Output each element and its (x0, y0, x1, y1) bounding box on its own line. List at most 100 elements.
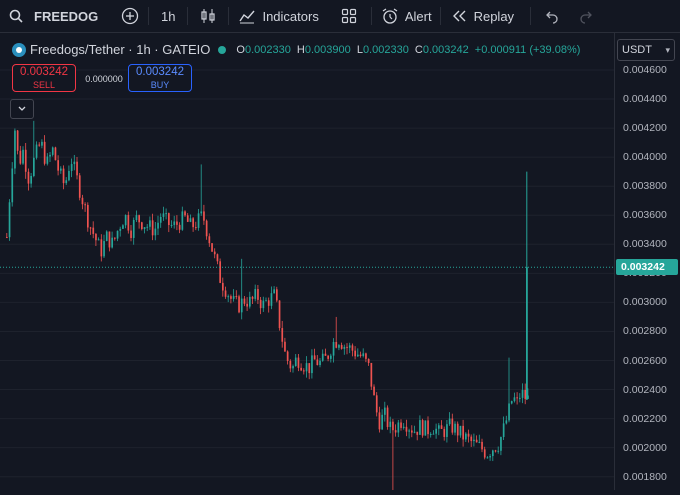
candle-body (384, 407, 386, 415)
candle-body (440, 425, 443, 429)
candle-body (159, 216, 162, 223)
candle-body (448, 418, 451, 425)
candle-body (100, 239, 103, 257)
candle-body (373, 386, 375, 396)
high-label: H (296, 43, 305, 56)
last-candle-body (526, 267, 528, 400)
candle-body (108, 231, 111, 248)
price-tick-label: 0.001800 (623, 470, 667, 483)
price-tick-label: 0.003400 (623, 238, 667, 251)
change-value: +0.000911 (+39.08%) (474, 43, 581, 56)
open-label: O (236, 43, 245, 56)
candle-body (443, 428, 446, 437)
candlestick-chart[interactable] (0, 33, 614, 492)
candle-body (46, 156, 49, 164)
candle-body (492, 450, 494, 457)
candle-body (465, 433, 467, 440)
candle-body (24, 149, 27, 172)
candle-body (300, 367, 302, 371)
candle-body (478, 441, 481, 443)
candle-body (389, 421, 392, 427)
candle-body (429, 434, 432, 436)
undo-button[interactable] (531, 0, 571, 32)
price-tick-label: 0.004600 (623, 64, 667, 76)
chevron-down-icon: ▾ (665, 44, 670, 55)
candle-body (224, 290, 227, 297)
candle-body (316, 359, 319, 366)
legend-collapse-button[interactable] (10, 99, 34, 119)
price-tick-label: 0.002600 (623, 354, 667, 367)
candle-body (165, 213, 167, 215)
candle-body (319, 360, 321, 366)
candle-body (265, 300, 267, 302)
candle-body (197, 213, 200, 228)
candle-body (438, 425, 440, 429)
candle-body (394, 430, 397, 433)
candle-body (502, 423, 505, 438)
price-axis[interactable]: 0.004600 0.004400 0.004200 0.004000 0.003800… (614, 33, 680, 490)
candle-body (378, 412, 381, 430)
candle-body (446, 424, 448, 437)
compare-button[interactable] (112, 0, 148, 32)
candle-body (211, 243, 213, 252)
replay-button[interactable]: Replay (441, 0, 522, 32)
open-value: 0.002330 (244, 43, 291, 56)
chart-pane[interactable] (0, 33, 614, 492)
price-tick-label: 0.002200 (623, 412, 667, 425)
candle-body (135, 215, 138, 220)
price-tick-label: 0.002400 (623, 383, 667, 396)
candle-body (335, 341, 338, 348)
candle-body (119, 228, 122, 231)
candle-body (6, 237, 8, 239)
candle-body (467, 433, 470, 437)
candle-body (462, 425, 464, 440)
candle-body (62, 168, 65, 184)
buy-button[interactable]: 0.003242 BUY (128, 64, 192, 92)
chevron-down-icon (17, 100, 27, 118)
candle-body (149, 220, 151, 227)
candle-body (208, 236, 211, 244)
candle-body (262, 300, 265, 309)
candle-body (392, 421, 394, 431)
close-value: 0.003242 (422, 43, 469, 56)
candle-body (92, 227, 95, 234)
alert-button[interactable]: Alert (372, 0, 440, 32)
candle-body (370, 362, 373, 387)
price-tick-label: 0.003800 (623, 180, 667, 193)
candle-body (456, 423, 459, 436)
candle-body (251, 296, 254, 299)
sell-price: 0.003242 (20, 66, 68, 78)
candle-body (348, 345, 351, 348)
candle-body (519, 397, 521, 399)
chart-type-button[interactable] (188, 0, 228, 32)
candle-body (330, 355, 332, 359)
layouts-button[interactable] (327, 0, 371, 32)
candle-body (297, 357, 300, 368)
candle-body (89, 227, 92, 229)
indicators-button[interactable]: Indicators (229, 0, 326, 32)
candle-body (303, 370, 305, 372)
interval-button[interactable]: 1h (149, 0, 187, 32)
candle-body (416, 431, 419, 435)
candle-body (284, 341, 286, 352)
current-price-tag: 0.003242 (616, 259, 678, 276)
interval-label: 1h (161, 8, 176, 24)
redo-button[interactable] (571, 0, 603, 32)
symbol-search[interactable]: FREEDOG (0, 0, 112, 32)
candle-body (243, 298, 246, 304)
candle-body (124, 215, 127, 226)
currency-selector[interactable]: USDT ▾ (617, 39, 675, 61)
price-tick-label: 0.004200 (623, 122, 667, 135)
candle-body (311, 355, 313, 374)
candle-body (513, 397, 516, 402)
candle-body (70, 164, 73, 171)
candle-body (43, 141, 46, 164)
candle-body (151, 220, 154, 236)
candle-body (432, 433, 435, 435)
candle-body (186, 215, 189, 222)
candle-body (19, 150, 22, 164)
candle-body (138, 215, 140, 223)
sell-button[interactable]: 0.003242 SELL (12, 64, 76, 92)
chart-legend: Freedogs/Tether · 1h · GATEIO O0.002330 … (12, 42, 580, 57)
candle-body (184, 211, 186, 216)
